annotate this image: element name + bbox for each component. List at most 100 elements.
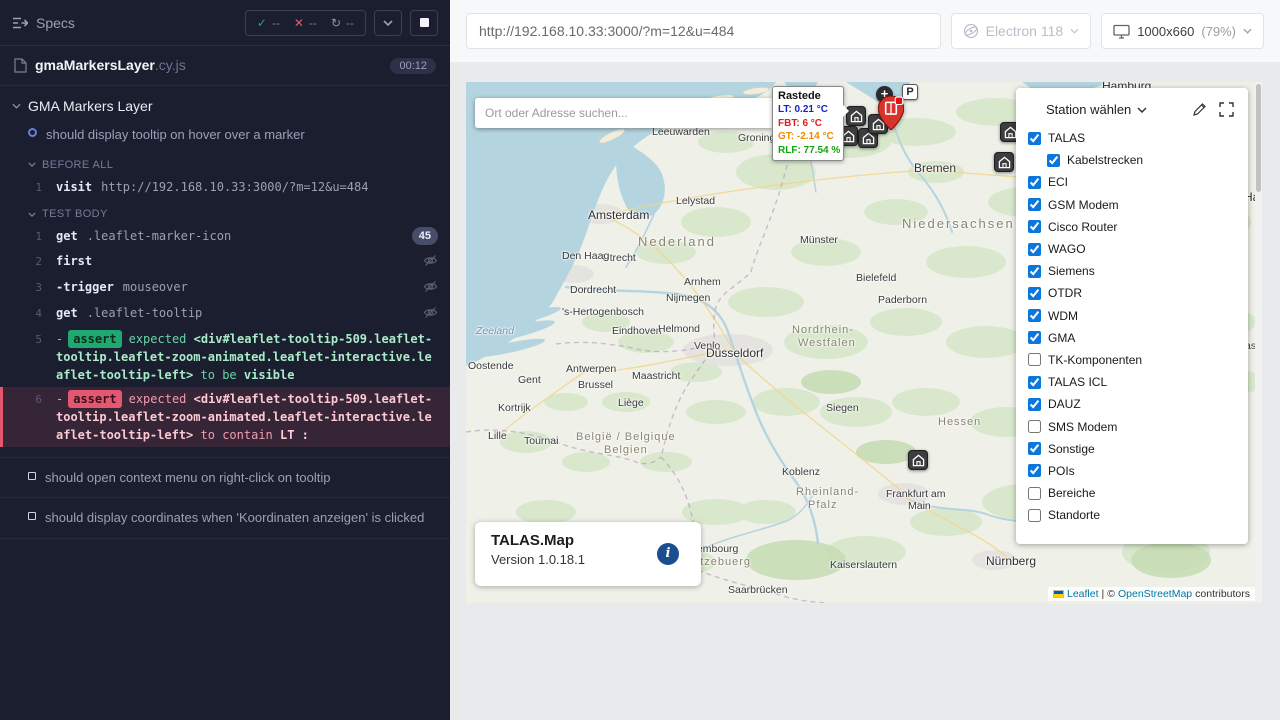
suite-title: GMA Markers Layer — [28, 98, 152, 114]
leaflet-map[interactable]: HamburgBremenNiedersachsenHannoveGroning… — [466, 82, 1262, 603]
station-checkbox-row[interactable]: TALAS — [1028, 127, 1236, 149]
viewport-selector[interactable]: 1000x660 (79%) — [1101, 13, 1264, 49]
aut-scrollbar[interactable] — [1255, 82, 1262, 603]
parking-marker[interactable]: P — [902, 84, 918, 100]
station-checkbox-row[interactable]: OTDR — [1028, 282, 1236, 304]
command-row-trigger[interactable]: 3 -triggermouseover — [0, 275, 450, 301]
station-checkbox[interactable] — [1028, 265, 1041, 278]
alarm-marker[interactable] — [878, 96, 904, 130]
station-marker[interactable] — [994, 152, 1014, 172]
command-row-first[interactable]: 2 first — [0, 249, 450, 275]
command-row-get-tooltip[interactable]: 4 get.leaflet-tooltip — [0, 301, 450, 327]
viewport-size: 1000x660 — [1137, 24, 1194, 39]
pending-test-row[interactable]: should open context menu on right-click … — [0, 458, 450, 499]
station-checkbox-row[interactable]: Cisco Router — [1028, 216, 1236, 238]
assert-failed-row[interactable]: 6 -assertexpected <div#leaflet-tooltip-5… — [0, 387, 450, 447]
tooltip-measurement: LT: 0.21 °C — [778, 103, 838, 117]
station-checkbox-row[interactable]: Bereiche — [1028, 482, 1236, 504]
edit-pencil-icon[interactable] — [1192, 102, 1207, 117]
station-checkbox-row[interactable]: TK-Komponenten — [1028, 349, 1236, 371]
chevron-down-icon — [383, 20, 393, 26]
suite-header[interactable]: GMA Markers Layer — [0, 86, 450, 120]
pending-test-row[interactable]: should display coordinates when 'Koordin… — [0, 498, 450, 539]
station-checkbox[interactable] — [1028, 442, 1041, 455]
station-checkbox-row[interactable]: SMS Modem — [1028, 415, 1236, 437]
stop-run-button[interactable] — [410, 10, 438, 36]
alarm-pin-icon — [878, 96, 904, 130]
station-checkbox-row[interactable]: TALAS ICL — [1028, 371, 1236, 393]
caret-down-icon — [28, 162, 36, 167]
station-checkbox[interactable] — [1028, 198, 1041, 211]
station-checkbox[interactable] — [1028, 309, 1041, 322]
station-checkbox-row[interactable]: POIs — [1028, 460, 1236, 482]
active-test-row[interactable]: should display tooltip on hover over a m… — [0, 120, 450, 150]
station-checkbox-row[interactable]: WAGO — [1028, 238, 1236, 260]
station-marker[interactable] — [846, 106, 866, 126]
command-row-get-marker[interactable]: 1 get.leaflet-marker-icon 45 — [0, 224, 450, 249]
station-checkbox[interactable] — [1028, 220, 1041, 233]
reporter-header: Specs ✓-- ✕-- ↻-- — [0, 0, 450, 46]
station-checkbox[interactable] — [1028, 331, 1041, 344]
pending-test-icon — [28, 512, 36, 520]
station-marker[interactable] — [908, 450, 928, 470]
assert-badge: assert — [68, 390, 121, 408]
station-house-icon — [998, 156, 1011, 169]
aut-header: Electron 118 1000x660 (79%) — [450, 0, 1280, 62]
station-checkbox-row[interactable]: GMA — [1028, 327, 1236, 349]
browser-selector[interactable]: Electron 118 — [951, 13, 1092, 49]
station-checkbox[interactable] — [1028, 464, 1041, 477]
station-checkbox-row[interactable]: Siemens — [1028, 260, 1236, 282]
specs-label: Specs — [36, 15, 75, 31]
station-checkbox[interactable] — [1028, 243, 1041, 256]
aut-panel: Electron 118 1000x660 (79%) — [450, 0, 1280, 720]
leaflet-link[interactable]: Leaflet — [1067, 588, 1099, 600]
assert-passed-row[interactable]: 5 -assertexpected <div#leaflet-tooltip-5… — [0, 327, 450, 387]
station-checkbox-row[interactable]: Standorte — [1028, 504, 1236, 526]
station-label: TALAS — [1048, 131, 1085, 145]
test-body-section-header[interactable]: TEST BODY — [0, 199, 450, 224]
station-checkbox-row[interactable]: DAUZ — [1028, 393, 1236, 415]
info-icon[interactable]: i — [657, 543, 679, 565]
collapse-all-button[interactable] — [374, 10, 402, 36]
command-row-visit[interactable]: 1 visithttp://192.168.10.33:3000/?m=12&u… — [0, 175, 450, 200]
station-checkbox-row[interactable]: GSM Modem — [1028, 194, 1236, 216]
command-message: http://192.168.10.33:3000/?m=12&u=484 — [101, 180, 368, 194]
search-input[interactable] — [475, 98, 773, 128]
active-test-title: should display tooltip on hover over a m… — [46, 126, 305, 144]
marker-tooltip[interactable]: Rastede LT: 0.21 °CFBT: 6 °CGT: -2.14 °C… — [772, 86, 844, 161]
station-checkbox[interactable] — [1028, 420, 1041, 433]
chevron-down-icon[interactable] — [1137, 107, 1147, 113]
station-house-icon — [1004, 126, 1017, 139]
station-layer-panel: Station wählen TALAS Kabelstrecken ECIGSM … — [1016, 88, 1248, 544]
fullscreen-icon[interactable] — [1219, 102, 1234, 117]
station-checkbox[interactable] — [1028, 353, 1041, 366]
station-checkbox[interactable] — [1047, 154, 1060, 167]
station-checkbox-row[interactable]: Sonstige — [1028, 438, 1236, 460]
chevron-down-icon — [1070, 28, 1079, 34]
station-label: DAUZ — [1048, 397, 1081, 411]
url-bar[interactable] — [466, 13, 941, 49]
station-checkbox[interactable] — [1028, 509, 1041, 522]
station-checkbox[interactable] — [1028, 176, 1041, 189]
spec-file-row: gmaMarkersLayer.cy.js 00:12 — [0, 46, 450, 86]
station-checkbox-row[interactable]: WDM — [1028, 305, 1236, 327]
browser-label: Electron 118 — [986, 23, 1064, 39]
station-label: Kabelstrecken — [1067, 153, 1143, 167]
station-checkbox[interactable] — [1028, 398, 1041, 411]
osm-link[interactable]: OpenStreetMap — [1118, 588, 1192, 600]
station-checkbox-row[interactable]: ECI — [1028, 171, 1236, 193]
before-all-section-header[interactable]: BEFORE ALL — [0, 150, 450, 175]
scrollbar-thumb[interactable] — [1256, 84, 1261, 192]
x-icon: ✕ — [294, 17, 304, 29]
station-checkbox-row[interactable]: Kabelstrecken — [1047, 149, 1236, 171]
stop-icon — [420, 18, 429, 27]
station-checkbox[interactable] — [1028, 487, 1041, 500]
spec-duration-badge: 00:12 — [390, 58, 436, 74]
station-checkbox[interactable] — [1028, 376, 1041, 389]
specs-menu-button[interactable]: Specs — [12, 15, 75, 31]
station-house-icon — [850, 110, 863, 123]
station-checkbox[interactable] — [1028, 132, 1041, 145]
station-checkbox[interactable] — [1028, 287, 1041, 300]
station-select-label[interactable]: Station wählen — [1046, 102, 1131, 117]
specs-list-icon — [12, 16, 28, 30]
